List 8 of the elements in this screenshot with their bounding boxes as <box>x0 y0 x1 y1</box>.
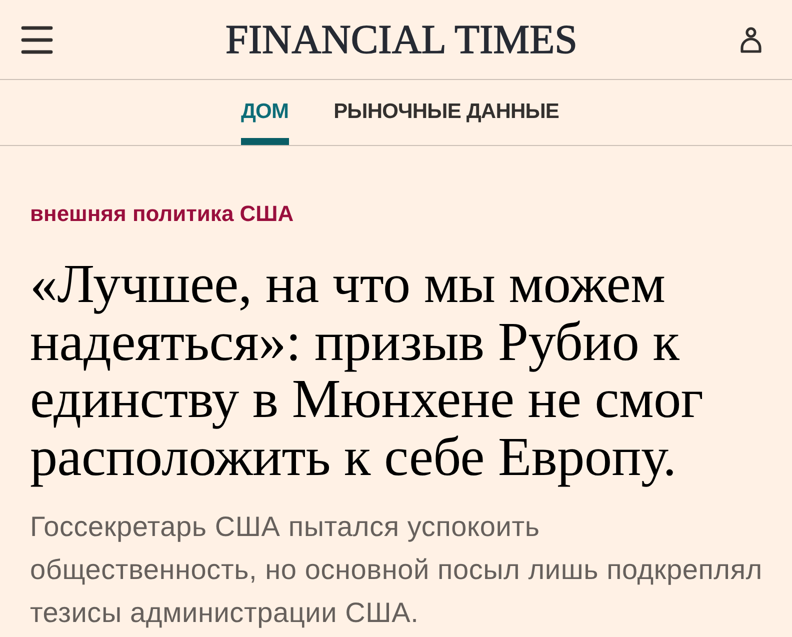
site-logo[interactable]: FINANCIAL TIMES <box>226 19 578 60</box>
menu-icon[interactable] <box>21 24 53 54</box>
nav-tab[interactable]: ДОМ <box>240 80 289 145</box>
article-headline: «Лучшее, на что мы можем надеяться»: призыв Рубио к единству в Мюнхене не смог расположить к себе Европу. <box>30 255 704 485</box>
user-account-icon[interactable] <box>740 26 762 52</box>
article-standfirst: Госсекретарь США пытался успокоить общественность, но основной посыл лишь подкреплял тезисы администрации США. <box>30 510 764 630</box>
category-link[interactable]: внешняя политика США <box>30 201 294 228</box>
nav-tab[interactable]: РЫНОЧНЫЕ ДАННЫЕ <box>334 80 559 145</box>
